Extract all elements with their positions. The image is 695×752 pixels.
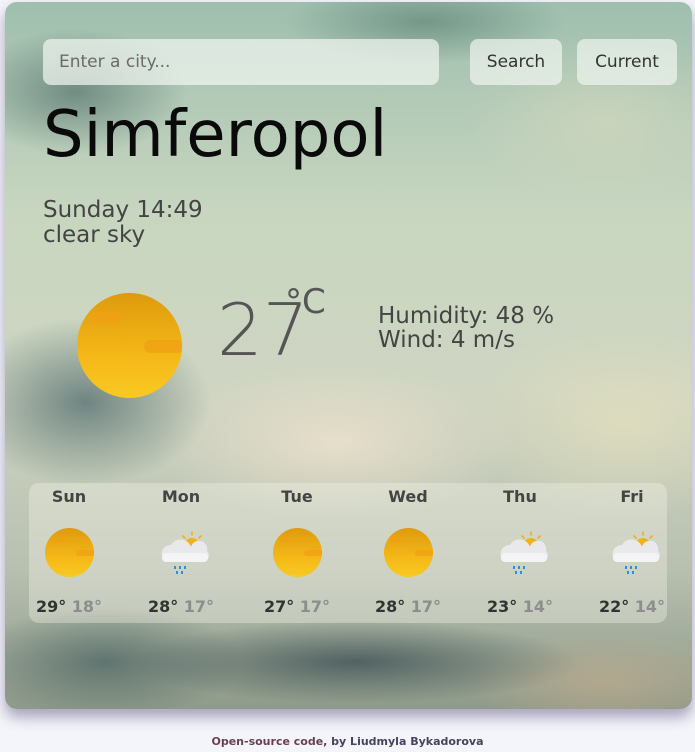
forecast-temps: 28° 17° — [131, 597, 231, 616]
forecast-max-temp: 22° — [598, 597, 630, 616]
forecast-min-temp: 17° — [410, 597, 442, 616]
forecast-min-temp: 14° — [634, 597, 666, 616]
author-credit: , by Liudmyla Bykadorova — [323, 735, 484, 748]
forecast-max-temp: 29° — [35, 597, 67, 616]
forecast-day-name: Sun — [51, 487, 87, 506]
forecast-day: Mon 28° 17° — [131, 483, 231, 616]
forecast-temps: 29° 18° — [19, 597, 119, 616]
search-button[interactable]: Search — [470, 39, 562, 85]
forecast-temps: 22° 14° — [582, 597, 682, 616]
open-source-link[interactable]: Open-source code — [212, 735, 324, 748]
forecast-day: Wed 28° 17° — [358, 483, 458, 616]
forecast-min-temp: 18° — [71, 597, 103, 616]
city-search-input[interactable] — [43, 39, 439, 85]
weather-description: clear sky — [43, 222, 146, 248]
rain-cloud-sun-icon — [612, 531, 660, 574]
forecast-day: Tue 27° 17° — [247, 483, 347, 616]
current-temperature-block: 27 °C — [217, 282, 326, 370]
forecast-day-name: Mon — [161, 487, 201, 506]
current-location-button[interactable]: Current — [577, 39, 677, 85]
sun-icon — [273, 528, 322, 577]
forecast-day-name: Wed — [388, 487, 428, 506]
forecast-panel: Sun 29° 18° Mon 28° 17° Tue 27° 17° Wed … — [29, 483, 667, 623]
sun-icon — [384, 528, 433, 577]
forecast-temps: 23° 14° — [470, 597, 570, 616]
forecast-temps: 28° 17° — [358, 597, 458, 616]
forecast-max-temp: 28° — [374, 597, 406, 616]
wind: Wind: 4 m/s — [378, 327, 515, 353]
rain-cloud-sun-icon — [500, 531, 548, 574]
weather-app-card: Search Current Simferopol Sunday 14:49 c… — [5, 2, 692, 709]
forecast-min-temp: 17° — [299, 597, 331, 616]
forecast-max-temp: 27° — [263, 597, 295, 616]
forecast-day: Sun 29° 18° — [19, 483, 119, 616]
forecast-day: Thu 23° 14° — [470, 483, 570, 616]
footer: Open-source code, by Liudmyla Bykadorova — [0, 735, 695, 748]
rain-cloud-sun-icon — [161, 531, 209, 574]
temperature-unit: °C — [285, 282, 326, 322]
forecast-day-name: Fri — [620, 487, 644, 506]
forecast-day: Fri 22° 14° — [582, 483, 682, 616]
current-datetime: Sunday 14:49 — [43, 197, 203, 223]
forecast-max-temp: 23° — [486, 597, 518, 616]
city-name: Simferopol — [43, 98, 388, 172]
forecast-temps: 27° 17° — [247, 597, 347, 616]
humidity: Humidity: 48 % — [378, 303, 555, 329]
forecast-day-name: Tue — [281, 487, 313, 506]
forecast-min-temp: 14° — [522, 597, 554, 616]
forecast-min-temp: 17° — [183, 597, 215, 616]
forecast-day-name: Thu — [503, 487, 537, 506]
forecast-max-temp: 28° — [147, 597, 179, 616]
sun-icon — [45, 528, 94, 577]
weather-details: Humidity: 48 % Wind: 4 m/s — [378, 304, 554, 352]
clear-sky-sun-icon — [77, 293, 182, 398]
